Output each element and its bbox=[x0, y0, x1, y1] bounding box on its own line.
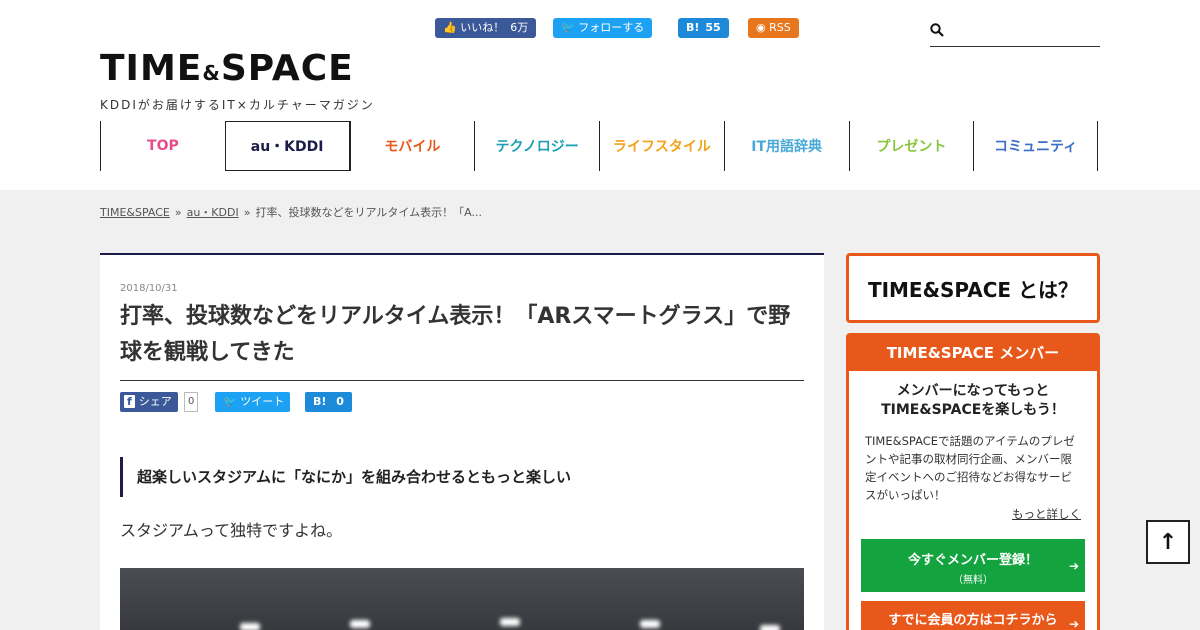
site-logo[interactable]: TIME&SPACE KDDIがお届けするIT×カルチャーマガジン bbox=[100, 48, 400, 113]
hatena-bookmark-share-button[interactable]: B! 0 bbox=[305, 392, 352, 412]
search-icon[interactable] bbox=[930, 23, 944, 37]
stadium-photo bbox=[120, 568, 804, 630]
breadcrumb-separator: » bbox=[243, 206, 251, 219]
facebook-like-button[interactable]: 👍 いいね！ 6万 bbox=[435, 18, 537, 38]
breadcrumb-home-link[interactable]: TIME&SPACE bbox=[100, 206, 170, 219]
twitter-follow-button[interactable]: 🐦 フォローする bbox=[553, 18, 653, 38]
member-catchcopy: メンバーになってもっと TIME&SPACEを楽しもう！ bbox=[881, 383, 1065, 418]
about-time-and-space-banner[interactable]: TIME&SPACE とは？ bbox=[846, 253, 1100, 323]
facebook-share-count: 0 bbox=[184, 392, 199, 412]
site-header: TIME&SPACE KDDIがお届けするIT×カルチャーマガジン 👍 いいね！… bbox=[0, 0, 1200, 190]
arrow-right-icon: ➔ bbox=[1068, 616, 1079, 630]
hatena-bookmark-button[interactable]: B! 55 bbox=[678, 18, 729, 38]
tweet-button[interactable]: 🐦 ツイート bbox=[215, 392, 290, 412]
arrow-up-icon: ↑ bbox=[1158, 529, 1178, 555]
article-card: 2018/10/31 打率、投球数などをリアルタイム表示！「ARスマートグラス」… bbox=[100, 253, 824, 630]
article-body-text: スタジアムって独特ですよね。 bbox=[120, 521, 343, 540]
nav-item-technology[interactable]: テクノロジー bbox=[474, 121, 599, 171]
nav-item-present[interactable]: プレゼント bbox=[848, 121, 974, 171]
main-nav: TOP au・KDDI モバイル テクノロジー ライフスタイル IT用語辞典 プ… bbox=[100, 121, 1098, 171]
rss-button[interactable]: ◉ RSS bbox=[748, 18, 799, 38]
article-lead: 超楽しいスタジアムに「なにか」を組み合わせるともっと楽しい bbox=[120, 457, 571, 497]
nav-item-au-kddi[interactable]: au・KDDI bbox=[224, 121, 350, 171]
breadcrumb: TIME&SPACE » au・KDDI » 打率、投球数などをリアルタイム表示！「A.… bbox=[100, 204, 482, 220]
nav-item-top[interactable]: TOP bbox=[100, 121, 225, 171]
stadium-light bbox=[500, 618, 520, 626]
member-description: TIME&SPACEで話題のアイテムのプレゼントや記事の取材同行企画、メンバー限… bbox=[865, 434, 1075, 502]
stadium-light bbox=[350, 620, 370, 628]
search-input[interactable] bbox=[950, 20, 1098, 45]
logo-wordmark: TIME&SPACE bbox=[100, 48, 354, 89]
back-to-top-button[interactable]: ↑ bbox=[1146, 520, 1190, 564]
stadium-light bbox=[760, 625, 780, 630]
nav-item-lifestyle[interactable]: ライフスタイル bbox=[599, 121, 724, 171]
nav-item-mobile[interactable]: モバイル bbox=[349, 121, 475, 171]
breadcrumb-category-link[interactable]: au・KDDI bbox=[187, 206, 239, 219]
rss-icon: ◉ bbox=[756, 21, 766, 34]
breadcrumb-current: 打率、投球数などをリアルタイム表示！「A... bbox=[255, 206, 482, 219]
logo-tagline: KDDIがお届けするIT×カルチャーマガジン bbox=[100, 98, 375, 112]
facebook-share-button[interactable]: f シェア bbox=[120, 392, 178, 412]
search-box bbox=[930, 20, 1100, 47]
nav-item-it-glossary[interactable]: IT用語辞典 bbox=[723, 121, 849, 171]
arrow-right-icon: ➔ bbox=[1068, 558, 1079, 573]
facebook-icon: f bbox=[124, 395, 135, 408]
member-panel: TIME&SPACE メンバー メンバーになってもっと TIME&SPACEを楽… bbox=[846, 333, 1100, 630]
stadium-light bbox=[640, 620, 660, 628]
article-date: 2018/10/31 bbox=[120, 283, 178, 294]
thumbs-up-icon: 👍 bbox=[443, 21, 457, 34]
member-panel-header: TIME&SPACE メンバー bbox=[849, 336, 1097, 371]
title-divider bbox=[120, 380, 804, 381]
register-button[interactable]: 今すぐメンバー登録！ （無料） ➔ bbox=[861, 539, 1085, 592]
breadcrumb-separator: » bbox=[174, 206, 182, 219]
twitter-bird-icon: 🐦 bbox=[223, 395, 237, 408]
twitter-bird-icon: 🐦 bbox=[561, 21, 575, 34]
member-login-button[interactable]: すでに会員の方はコチラから ➔ bbox=[861, 601, 1085, 630]
member-more-link[interactable]: もっと詳しく bbox=[1012, 506, 1081, 522]
stadium-light bbox=[240, 623, 260, 630]
nav-item-community[interactable]: コミュニティ bbox=[973, 121, 1098, 171]
article-title: 打率、投球数などをリアルタイム表示！「ARスマートグラス」で野球を観戦してきた bbox=[120, 304, 791, 365]
